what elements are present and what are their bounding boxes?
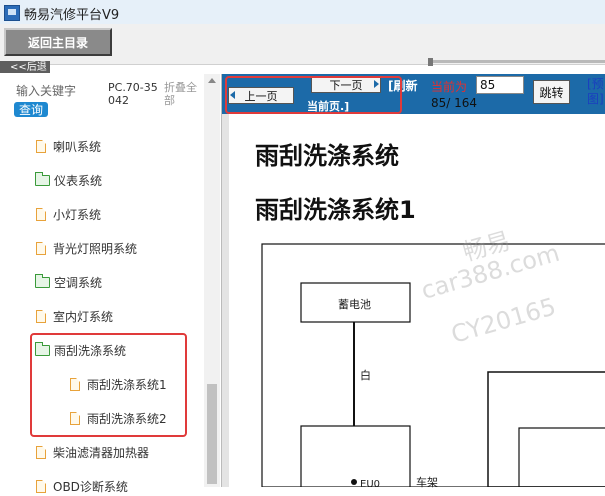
tree-item-label: 室内灯系统: [53, 309, 114, 324]
scroll-up-arrow-icon[interactable]: [208, 78, 216, 83]
document-icon: [36, 139, 46, 153]
tree-item[interactable]: 喇叭系统: [36, 136, 101, 156]
tree-folder[interactable]: 仪表系统: [35, 170, 102, 190]
zoom-slider-thumb[interactable]: [428, 58, 433, 66]
highlight-box: [30, 333, 187, 437]
document-icon: [36, 207, 46, 221]
component-label: EU0: [360, 479, 380, 490]
tree-item-label: 背光灯照明系统: [53, 241, 138, 256]
collapse-all-link[interactable]: 折叠全部: [164, 81, 202, 107]
module-box-inner: [518, 427, 605, 487]
back-button[interactable]: <<后退: [0, 61, 50, 73]
tree-scrollbar[interactable]: [204, 74, 220, 487]
tree-item-label: OBD诊断系统: [53, 479, 128, 494]
scrollbar-thumb[interactable]: [207, 384, 217, 484]
title-bar: 畅易汽修平台V9: [0, 0, 605, 24]
folder-icon: [35, 171, 50, 186]
tree-item[interactable]: 背光灯照明系统: [36, 238, 137, 258]
component-box: [300, 425, 411, 487]
tree-item-label: 仪表系统: [54, 173, 103, 188]
folder-icon: [35, 273, 50, 288]
zoom-slider-track[interactable]: [430, 60, 605, 63]
tree-folder[interactable]: 空调系统: [35, 272, 102, 292]
tree-item[interactable]: OBD诊断系统: [36, 476, 128, 496]
tree-item-label: 柴油滤清器加热器: [53, 445, 150, 460]
tree-item[interactable]: 室内灯系统: [36, 306, 113, 326]
document-icon: [36, 479, 46, 493]
tree-item-label: 喇叭系统: [53, 139, 102, 154]
ground-label: 车架: [416, 476, 438, 489]
wiring-diagram: [261, 243, 605, 487]
document-icon: [36, 445, 46, 459]
category-tree-panel: 输入关键字 查询 PC.70-35042 折叠全部 喇叭系统 仪表系统 小灯系统…: [0, 74, 220, 494]
model-code: PC.70-35042: [108, 81, 158, 107]
document-icon: [36, 309, 46, 323]
app-icon: [4, 5, 20, 21]
toolbar: 返回主目录: [0, 24, 605, 65]
window-title: 畅易汽修平台V9: [24, 8, 120, 23]
query-button[interactable]: 查询: [14, 102, 48, 117]
document-icon: [36, 241, 46, 255]
search-input[interactable]: 输入关键字: [16, 82, 102, 99]
tree-item[interactable]: 柴油滤清器加热器: [36, 442, 149, 462]
document-viewer: 上一页 下一页 当前页.] [刷新 当前为 85 85/ 164 跳转 [预图]…: [221, 74, 605, 490]
battery-label: 蓄电池: [338, 298, 371, 311]
tree-item[interactable]: 小灯系统: [36, 204, 101, 224]
wire-node: [351, 479, 357, 485]
module-box-outer: [487, 371, 605, 487]
back-to-main-menu-button[interactable]: 返回主目录: [4, 28, 112, 56]
wire-color-label: 白: [360, 369, 371, 382]
tree-item-label: 空调系统: [54, 275, 103, 290]
tree-item-label: 小灯系统: [53, 207, 102, 222]
